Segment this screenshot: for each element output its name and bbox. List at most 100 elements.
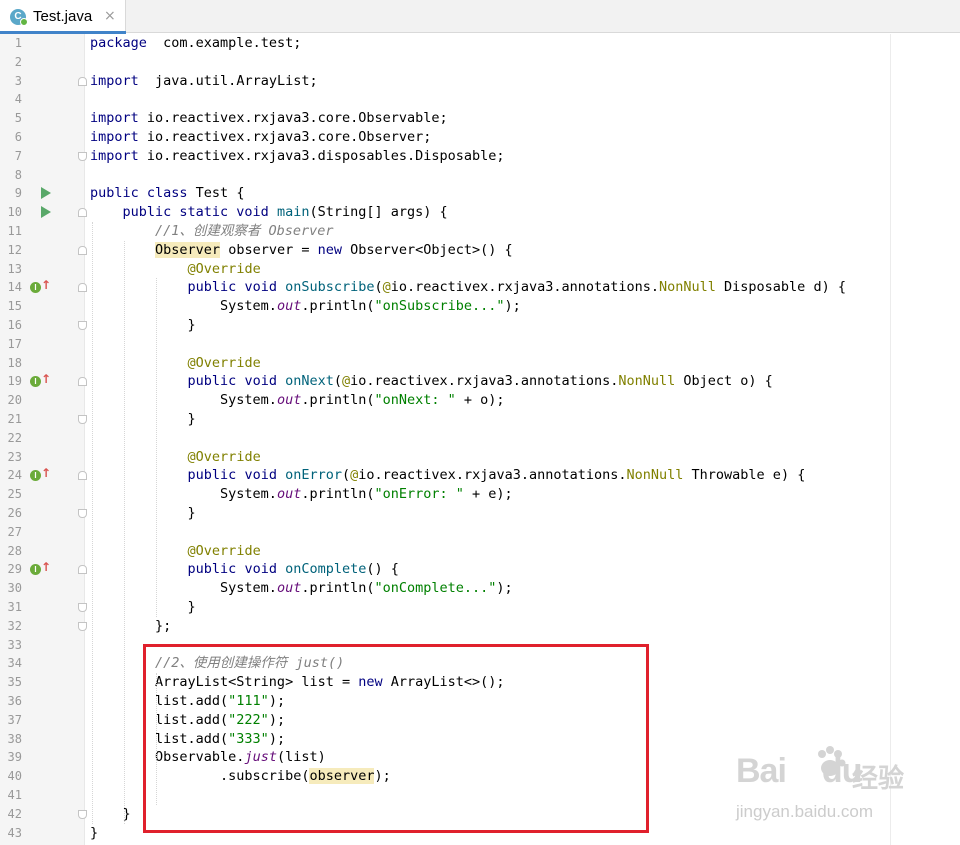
line-number: 7 [14,148,22,163]
code-token: @Override [187,354,261,371]
code-line[interactable]: 7 import io.reactivex.rxjava3.disposables… [0,147,960,166]
line-number: 41 [7,788,22,802]
indent-guide [156,278,157,617]
code-line[interactable]: 4 [0,90,960,109]
code-token: (String[] args) { [309,204,448,221]
line-number: 30 [7,581,22,596]
code-line[interactable]: 22 [0,429,960,448]
implements-method-icon[interactable]: I ↑ [30,466,51,482]
code-token: @Override [187,448,261,465]
code-line[interactable]: 23 @Override [0,448,960,467]
code-line[interactable]: 2 [0,53,960,72]
code-token: io.reactivex.rxjava3.annotations. [390,279,659,296]
fold-marker-icon[interactable] [78,603,87,612]
code-line[interactable]: 19 I ↑ public void onNext(@io.reactivex.rx… [0,372,960,391]
fold-marker-icon[interactable] [78,151,87,161]
line-number: 13 [7,261,22,276]
code-line[interactable]: 9 public class Test { [0,184,960,203]
line-number: 1 [14,36,22,50]
code-line[interactable]: 27 [0,523,960,542]
fold-marker-icon[interactable] [78,509,87,518]
code-line[interactable]: 11 //1、创建观察者 Observer [0,222,960,241]
code-line[interactable]: 26 } [0,504,960,523]
line-number: 22 [7,430,22,445]
fold-marker-icon[interactable] [78,565,87,575]
tab-test-java[interactable]: C Test.java × [0,0,126,34]
code-token: io.reactivex.rxjava3.annotations. [350,373,619,390]
code-line[interactable]: 1 package com.example.test; [0,34,960,53]
code-line[interactable]: 21 } [0,410,960,429]
code-token: import [90,72,139,89]
code-text: public void onComplete() { [90,560,399,579]
code-text: import io.reactivex.rxjava3.disposables.… [90,147,505,166]
paw-icon [818,746,846,776]
fold-marker-icon[interactable] [78,415,87,424]
fold-marker-icon[interactable] [78,471,87,481]
code-token: System. [90,392,277,409]
code-token: .println( [301,580,375,597]
code-line[interactable]: 31 } [0,598,960,617]
code-line[interactable]: 8 [0,166,960,185]
code-line[interactable]: 32 }; [0,617,960,636]
code-line[interactable]: 16 } [0,316,960,335]
code-token: .println( [301,486,375,503]
code-line[interactable]: 10 public static void main(String[] args… [0,203,960,222]
fold-marker-icon[interactable] [78,283,87,293]
code-text: } [90,598,196,617]
code-line[interactable]: 6 import io.reactivex.rxjava3.core.Observ… [0,128,960,147]
code-line[interactable]: 20 System.out.println("onNext: " + o); [0,391,960,410]
code-text: } [90,316,196,335]
code-token: ( [342,467,351,484]
line-number: 39 [7,750,22,765]
run-icon[interactable] [41,206,51,219]
code-text: Observer observer = new Observer<Object>… [90,241,513,260]
fold-marker-icon[interactable] [78,621,87,631]
code-text: @Override [90,354,261,373]
line-number: 42 [7,806,22,821]
code-line[interactable]: 30 System.out.println("onComplete..."); [0,579,960,598]
fold-marker-icon[interactable] [78,208,87,218]
code-line[interactable]: 3 import java.util.ArrayList; [0,72,960,91]
code-text: public static void main(String[] args) { [90,203,448,222]
code-line[interactable]: 14 I ↑ public void onSubscribe(@io.reactiv… [0,278,960,297]
code-line[interactable]: 28 @Override [0,542,960,561]
close-icon[interactable]: × [104,8,116,24]
code-line[interactable]: 25 System.out.println("onError: " + e); [0,485,960,504]
code-token: System. [90,298,277,315]
fold-marker-icon[interactable] [78,76,87,86]
code-token: java.util.ArrayList; [138,72,318,89]
code-line[interactable]: 29 I ↑ public void onComplete() { [0,560,960,579]
code-line[interactable]: 15 System.out.println("onSubscribe..."); [0,297,960,316]
code-text: } [90,504,196,523]
fold-marker-icon[interactable] [78,245,87,255]
fold-marker-icon[interactable] [78,809,87,819]
run-icon[interactable] [41,187,51,200]
code-text: import io.reactivex.rxjava3.core.Observe… [90,128,431,147]
implements-method-icon[interactable]: I ↑ [30,278,51,294]
interface-dot-icon: I [30,282,41,294]
code-line[interactable]: 24 I ↑ public void onError(@io.reactivex.r… [0,466,960,485]
fold-marker-icon[interactable] [78,377,87,387]
implements-method-icon[interactable]: I ↑ [30,560,51,576]
code-token: @ [382,279,391,296]
code-token: @Override [187,260,261,277]
line-number: 15 [7,299,22,314]
watermark-cn-text: 经验 [852,764,905,794]
fold-marker-icon[interactable] [78,321,87,330]
line-number: 34 [7,656,22,671]
code-line[interactable]: 18 @Override [0,354,960,373]
code-token: Object o) { [675,373,773,390]
implements-method-icon[interactable]: I ↑ [30,372,51,388]
code-line[interactable]: 17 [0,335,960,354]
code-line[interactable]: 12 Observer observer = new Observer<Obje… [0,241,960,260]
code-line[interactable]: 5 import io.reactivex.rxjava3.core.Observ… [0,109,960,128]
line-number: 38 [7,731,22,746]
code-text: import io.reactivex.rxjava3.core.Observa… [90,109,448,128]
line-number: 3 [14,73,22,88]
code-line[interactable]: 13 @Override [0,260,960,279]
code-token: public class [90,185,188,202]
line-number: 4 [14,92,22,107]
